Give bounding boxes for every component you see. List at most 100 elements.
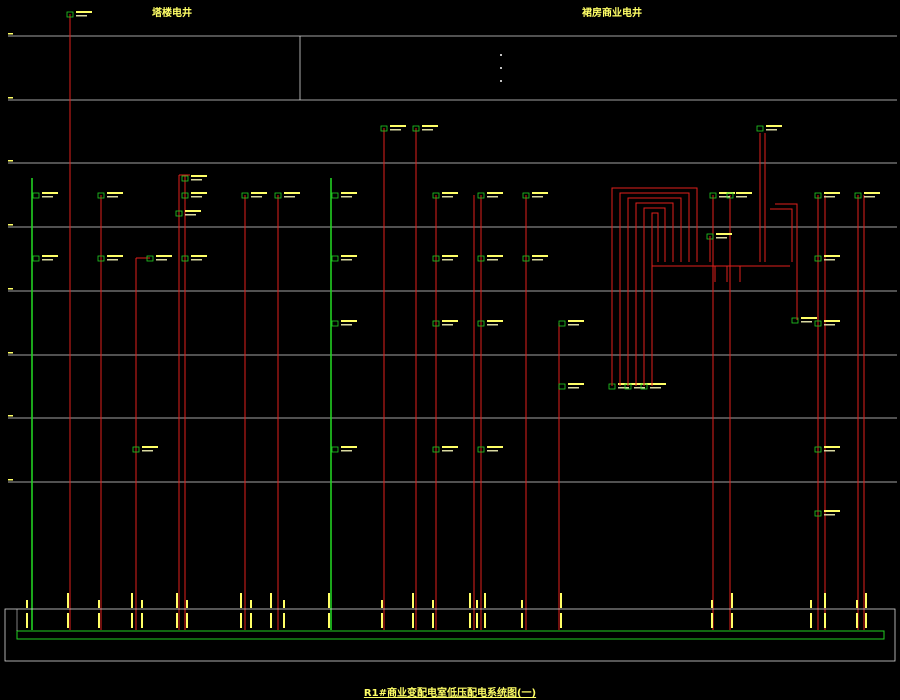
box-tag bbox=[422, 125, 438, 127]
box-tag bbox=[191, 192, 207, 194]
circuit-tag-lower bbox=[270, 613, 272, 628]
box-tag bbox=[487, 255, 503, 257]
circuit-tag-upper bbox=[476, 600, 478, 608]
box-tag-sub bbox=[156, 259, 167, 261]
box-tag-sub bbox=[487, 259, 498, 261]
circuit-tag-lower bbox=[484, 613, 486, 628]
circuit-tag-lower bbox=[67, 613, 69, 628]
circuit-tag-lower bbox=[469, 613, 471, 628]
circuit-tag-upper bbox=[810, 600, 812, 608]
circuit-tag-upper bbox=[731, 593, 733, 608]
box-tag bbox=[42, 255, 58, 257]
circuit-tag-lower bbox=[381, 613, 383, 628]
box-tag-sub bbox=[487, 196, 498, 198]
box-tag-sub bbox=[824, 450, 835, 452]
box-tag-sub bbox=[191, 259, 202, 261]
box-tag bbox=[107, 255, 123, 257]
box-tag bbox=[442, 192, 458, 194]
circuit-tag-lower bbox=[824, 613, 826, 628]
box-tag-sub bbox=[532, 259, 543, 261]
box-tag bbox=[390, 125, 406, 127]
box-tag bbox=[251, 192, 267, 194]
box-tag-sub bbox=[422, 129, 433, 131]
box-tag-sub bbox=[42, 196, 53, 198]
left-shaft-heading: 塔楼电井 bbox=[152, 8, 192, 19]
box-tag bbox=[284, 192, 300, 194]
box-tag-sub bbox=[824, 324, 835, 326]
circuit-tag-upper bbox=[240, 593, 242, 608]
circuit-tag-upper bbox=[141, 600, 143, 608]
box-tag-sub bbox=[487, 324, 498, 326]
circuit-tag-upper bbox=[865, 593, 867, 608]
circuit-tag-upper bbox=[469, 593, 471, 608]
box-tag-sub bbox=[634, 387, 645, 389]
circuit-tag-lower bbox=[412, 613, 414, 628]
box-tag-sub bbox=[191, 196, 202, 198]
box-tag-sub bbox=[390, 129, 401, 131]
box-tag-sub bbox=[532, 196, 543, 198]
box-tag-sub bbox=[251, 196, 262, 198]
box-tag-sub bbox=[107, 196, 118, 198]
box-tag-sub bbox=[736, 196, 747, 198]
circuit-tag-upper bbox=[432, 600, 434, 608]
box-tag-sub bbox=[719, 196, 730, 198]
box-tag-sub bbox=[341, 259, 352, 261]
circuit-tag-lower bbox=[865, 613, 867, 628]
circuit-tag-lower bbox=[432, 613, 434, 628]
box-tag bbox=[341, 320, 357, 322]
circuit-tag-lower bbox=[810, 613, 812, 628]
box-tag bbox=[191, 255, 207, 257]
circuit-tag-upper bbox=[131, 593, 133, 608]
circuit-tag-upper bbox=[328, 593, 330, 608]
circuit-tag-upper bbox=[283, 600, 285, 608]
circuit-tag-upper bbox=[176, 593, 178, 608]
circuit-tag-upper bbox=[26, 600, 28, 608]
box-tag bbox=[42, 192, 58, 194]
circuit-tag-lower bbox=[26, 613, 28, 628]
circuit-tag-upper bbox=[856, 600, 858, 608]
box-tag-sub bbox=[76, 15, 87, 17]
box-tag-sub bbox=[568, 324, 579, 326]
circuit-tag-upper bbox=[711, 600, 713, 608]
box-tag-sub bbox=[442, 450, 453, 452]
box-tag bbox=[191, 175, 207, 177]
box-tag bbox=[824, 192, 840, 194]
circuit-tag-upper bbox=[484, 593, 486, 608]
box-tag-sub bbox=[185, 214, 196, 216]
circuit-tag-lower bbox=[250, 613, 252, 628]
box-tag bbox=[736, 192, 752, 194]
circuit-tag-lower bbox=[186, 613, 188, 628]
circuit-tag-lower bbox=[176, 613, 178, 628]
box-tag bbox=[766, 125, 782, 127]
box-tag-sub bbox=[341, 450, 352, 452]
circuit-tag-upper bbox=[270, 593, 272, 608]
box-tag bbox=[487, 192, 503, 194]
box-tag bbox=[568, 383, 584, 385]
box-tag-sub bbox=[142, 450, 153, 452]
box-tag bbox=[107, 192, 123, 194]
box-tag-sub bbox=[824, 259, 835, 261]
circuit-tag-upper bbox=[412, 593, 414, 608]
box-tag-sub bbox=[442, 196, 453, 198]
box-tag bbox=[487, 446, 503, 448]
drawing-title: R1#商业变配电室低压配电系统图(一) bbox=[363, 688, 537, 699]
box-tag-sub bbox=[341, 196, 352, 198]
circuit-tag-upper bbox=[560, 593, 562, 608]
circuit-tag-upper bbox=[824, 593, 826, 608]
box-tag bbox=[568, 320, 584, 322]
box-tag bbox=[142, 446, 158, 448]
circuit-tag-lower bbox=[476, 613, 478, 628]
circuit-tag-upper bbox=[67, 593, 69, 608]
circuit-tag-lower bbox=[711, 613, 713, 628]
circuit-tag-lower bbox=[731, 613, 733, 628]
box-tag bbox=[442, 446, 458, 448]
box-tag bbox=[341, 446, 357, 448]
circuit-tag-upper bbox=[98, 600, 100, 608]
box-tag-sub bbox=[42, 259, 53, 261]
circuit-tag-lower bbox=[98, 613, 100, 628]
circuit-tag-lower bbox=[521, 613, 523, 628]
box-tag-sub bbox=[107, 259, 118, 261]
schematic-canvas bbox=[0, 0, 900, 700]
box-tag bbox=[864, 192, 880, 194]
box-tag-sub bbox=[191, 179, 202, 181]
